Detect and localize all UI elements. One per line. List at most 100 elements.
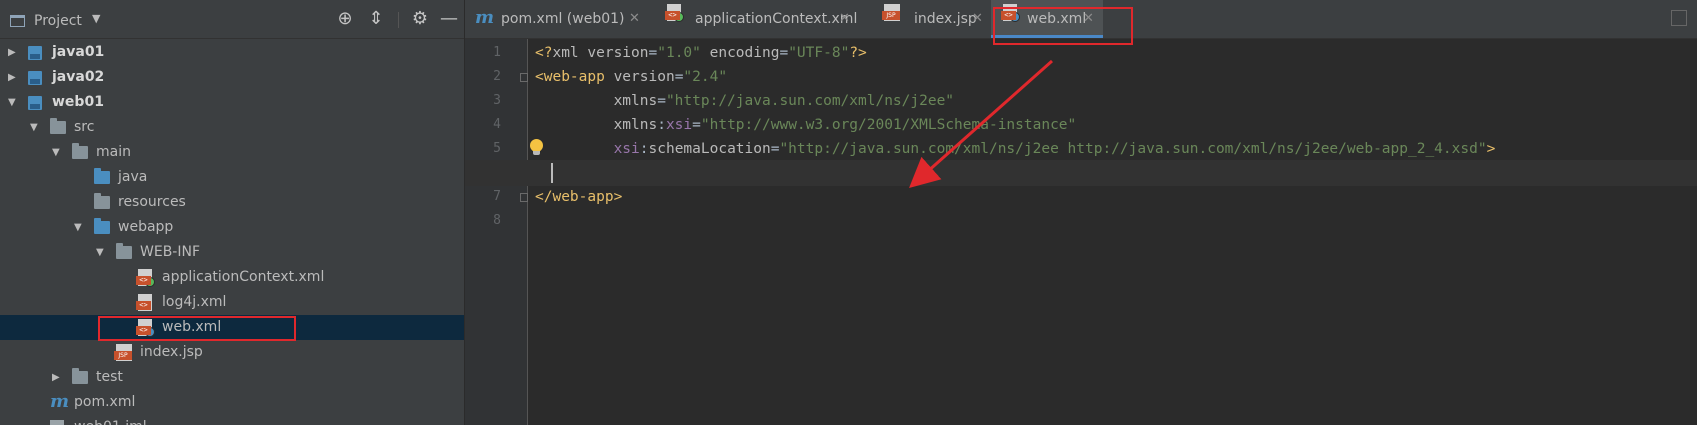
code-token: : [657,117,666,133]
tree-item-label: WEB-INF [140,244,200,260]
fold-marker-icon[interactable] [520,193,528,202]
tree-item[interactable]: resources [0,190,464,215]
tab-label: web.xml [1027,11,1087,27]
tab-overflow-icon[interactable] [1671,10,1687,26]
source-folder-icon [94,218,110,234]
fold-marker-icon[interactable] [520,73,528,82]
minimize-icon[interactable]: — [438,8,460,30]
code-token: <? [535,45,553,61]
line-number: 3 [493,93,501,108]
line-number: 7 [493,189,501,204]
tree-item[interactable]: ▼ main [0,140,464,165]
code-token: encoding [700,45,780,61]
tree-item-label: main [96,144,131,160]
folder-icon [94,193,110,209]
text-caret [551,163,553,183]
tree-item[interactable]: web.xml [0,315,464,340]
tree-item[interactable]: ▼ src [0,115,464,140]
lightbulb-icon[interactable] [530,139,543,155]
code-token: ?> [849,45,867,61]
tree-item[interactable]: ▶ java02 [0,65,464,90]
tab-label: pom.xml (web01) [501,11,625,27]
tree-item[interactable]: applicationContext.xml [0,265,464,290]
tree-item-label: java [118,169,148,185]
code-token: "http://www.w3.org/2001/XMLSchema-instan… [700,117,1077,133]
tree-item[interactable]: ▶ java01 [0,40,464,65]
collapse-arrow-icon[interactable]: ▶ [8,65,16,90]
code-token: "2.4" [683,69,728,85]
code-token: </web-app> [535,189,623,205]
code-token: = [648,45,658,61]
code-token: "http://java.sun.com/xml/ns/j2ee" [665,93,955,109]
code-token: "1.0" [657,45,701,61]
spring-xml-icon [136,269,155,287]
project-tool-window: Project ▼ ⊕ ⇕ ⚙ — ▶ java01 ▶ java02 ▼ web01 ▼ s… [0,0,465,425]
code-line[interactable]: xsi:schemaLocation="http://java.sun.com/… [535,136,1496,162]
tree-item[interactable]: ▼ webapp [0,215,464,240]
code-token: xmlns [535,117,658,133]
code-line[interactable]: xmlns="http://java.sun.com/xml/ns/j2ee" [535,88,954,114]
expand-arrow-icon[interactable]: ▼ [96,240,104,265]
tree-item-label: applicationContext.xml [162,269,325,285]
maven-icon: m [475,7,495,28]
code-line[interactable]: <?xml version="1.0" encoding="UTF-8"?> [535,40,867,66]
tree-item[interactable]: index.jsp [0,340,464,365]
tab-applicationcontext-xml[interactable]: applicationContext.xml ✕ [655,0,862,38]
code-editor[interactable]: 12345678 <?xml version="1.0" encoding="U… [465,39,1697,425]
tab-index-jsp[interactable]: index.jsp ✕ [872,0,991,38]
code-token: <web-app [535,69,605,85]
tree-item[interactable]: ▼ WEB-INF [0,240,464,265]
collapse-all-icon[interactable]: ⇕ [365,8,387,30]
tab-label: index.jsp [914,11,977,27]
maven-icon: m [50,391,70,412]
collapse-arrow-icon[interactable]: ▶ [52,365,60,390]
project-window-icon [10,15,25,27]
line-number: 2 [493,69,501,84]
jsp-icon [114,344,132,361]
expand-arrow-icon[interactable]: ▼ [52,140,60,165]
chevron-down-icon[interactable]: ▼ [92,12,100,25]
tree-item[interactable]: web01.iml [0,415,464,425]
tree-item[interactable]: m pom.xml [0,390,464,415]
code-token: xmlns [535,93,658,109]
expand-arrow-icon[interactable]: ▼ [30,115,38,140]
code-line[interactable]: xmlns:xsi="http://www.w3.org/2001/XMLSch… [535,112,1077,138]
folder-icon [50,118,66,134]
line-number: 1 [493,45,501,60]
tab-pom-xml[interactable]: m pom.xml (web01) ✕ [465,0,650,38]
expand-arrow-icon[interactable]: ▼ [74,215,82,240]
collapse-arrow-icon[interactable]: ▶ [8,40,16,65]
jsp-icon [882,4,900,21]
tree-item-label: webapp [118,219,174,235]
close-icon[interactable]: ✕ [629,0,640,38]
close-icon[interactable]: ✕ [1083,0,1094,38]
source-folder-icon [94,168,110,184]
expand-arrow-icon[interactable]: ▼ [8,90,16,115]
tree-item[interactable]: log4j.xml [0,290,464,315]
locate-file-icon[interactable]: ⊕ [334,8,356,30]
code-token: schemaLocation [648,141,771,157]
code-token: "UTF-8" [788,45,850,61]
code-token: > [1486,141,1496,157]
tree-item-label: pom.xml [74,394,136,410]
code-line[interactable]: <web-app version="2.4" [535,64,727,90]
tree-item-label: web01 [52,94,104,110]
module-icon [28,96,42,110]
xml-file-icon [136,294,152,311]
tree-item-label: src [74,119,95,135]
spring-xml-icon [665,4,684,22]
code-line[interactable]: </web-app> [535,184,622,210]
close-icon[interactable]: ✕ [839,0,850,38]
tree-item[interactable]: java [0,165,464,190]
tree-item[interactable]: ▶ test [0,365,464,390]
gear-icon[interactable]: ⚙ [409,8,431,30]
tree-item-label: resources [118,194,186,210]
close-icon[interactable]: ✕ [972,0,983,38]
project-panel-title[interactable]: Project [34,13,82,29]
tree-item-label: index.jsp [140,344,203,360]
tree-item-label: java01 [52,44,105,60]
tab-web-xml[interactable]: web.xml ✕ [991,0,1103,38]
code-token: = [779,45,789,61]
tree-item[interactable]: ▼ web01 [0,90,464,115]
code-line[interactable] [465,160,1697,186]
